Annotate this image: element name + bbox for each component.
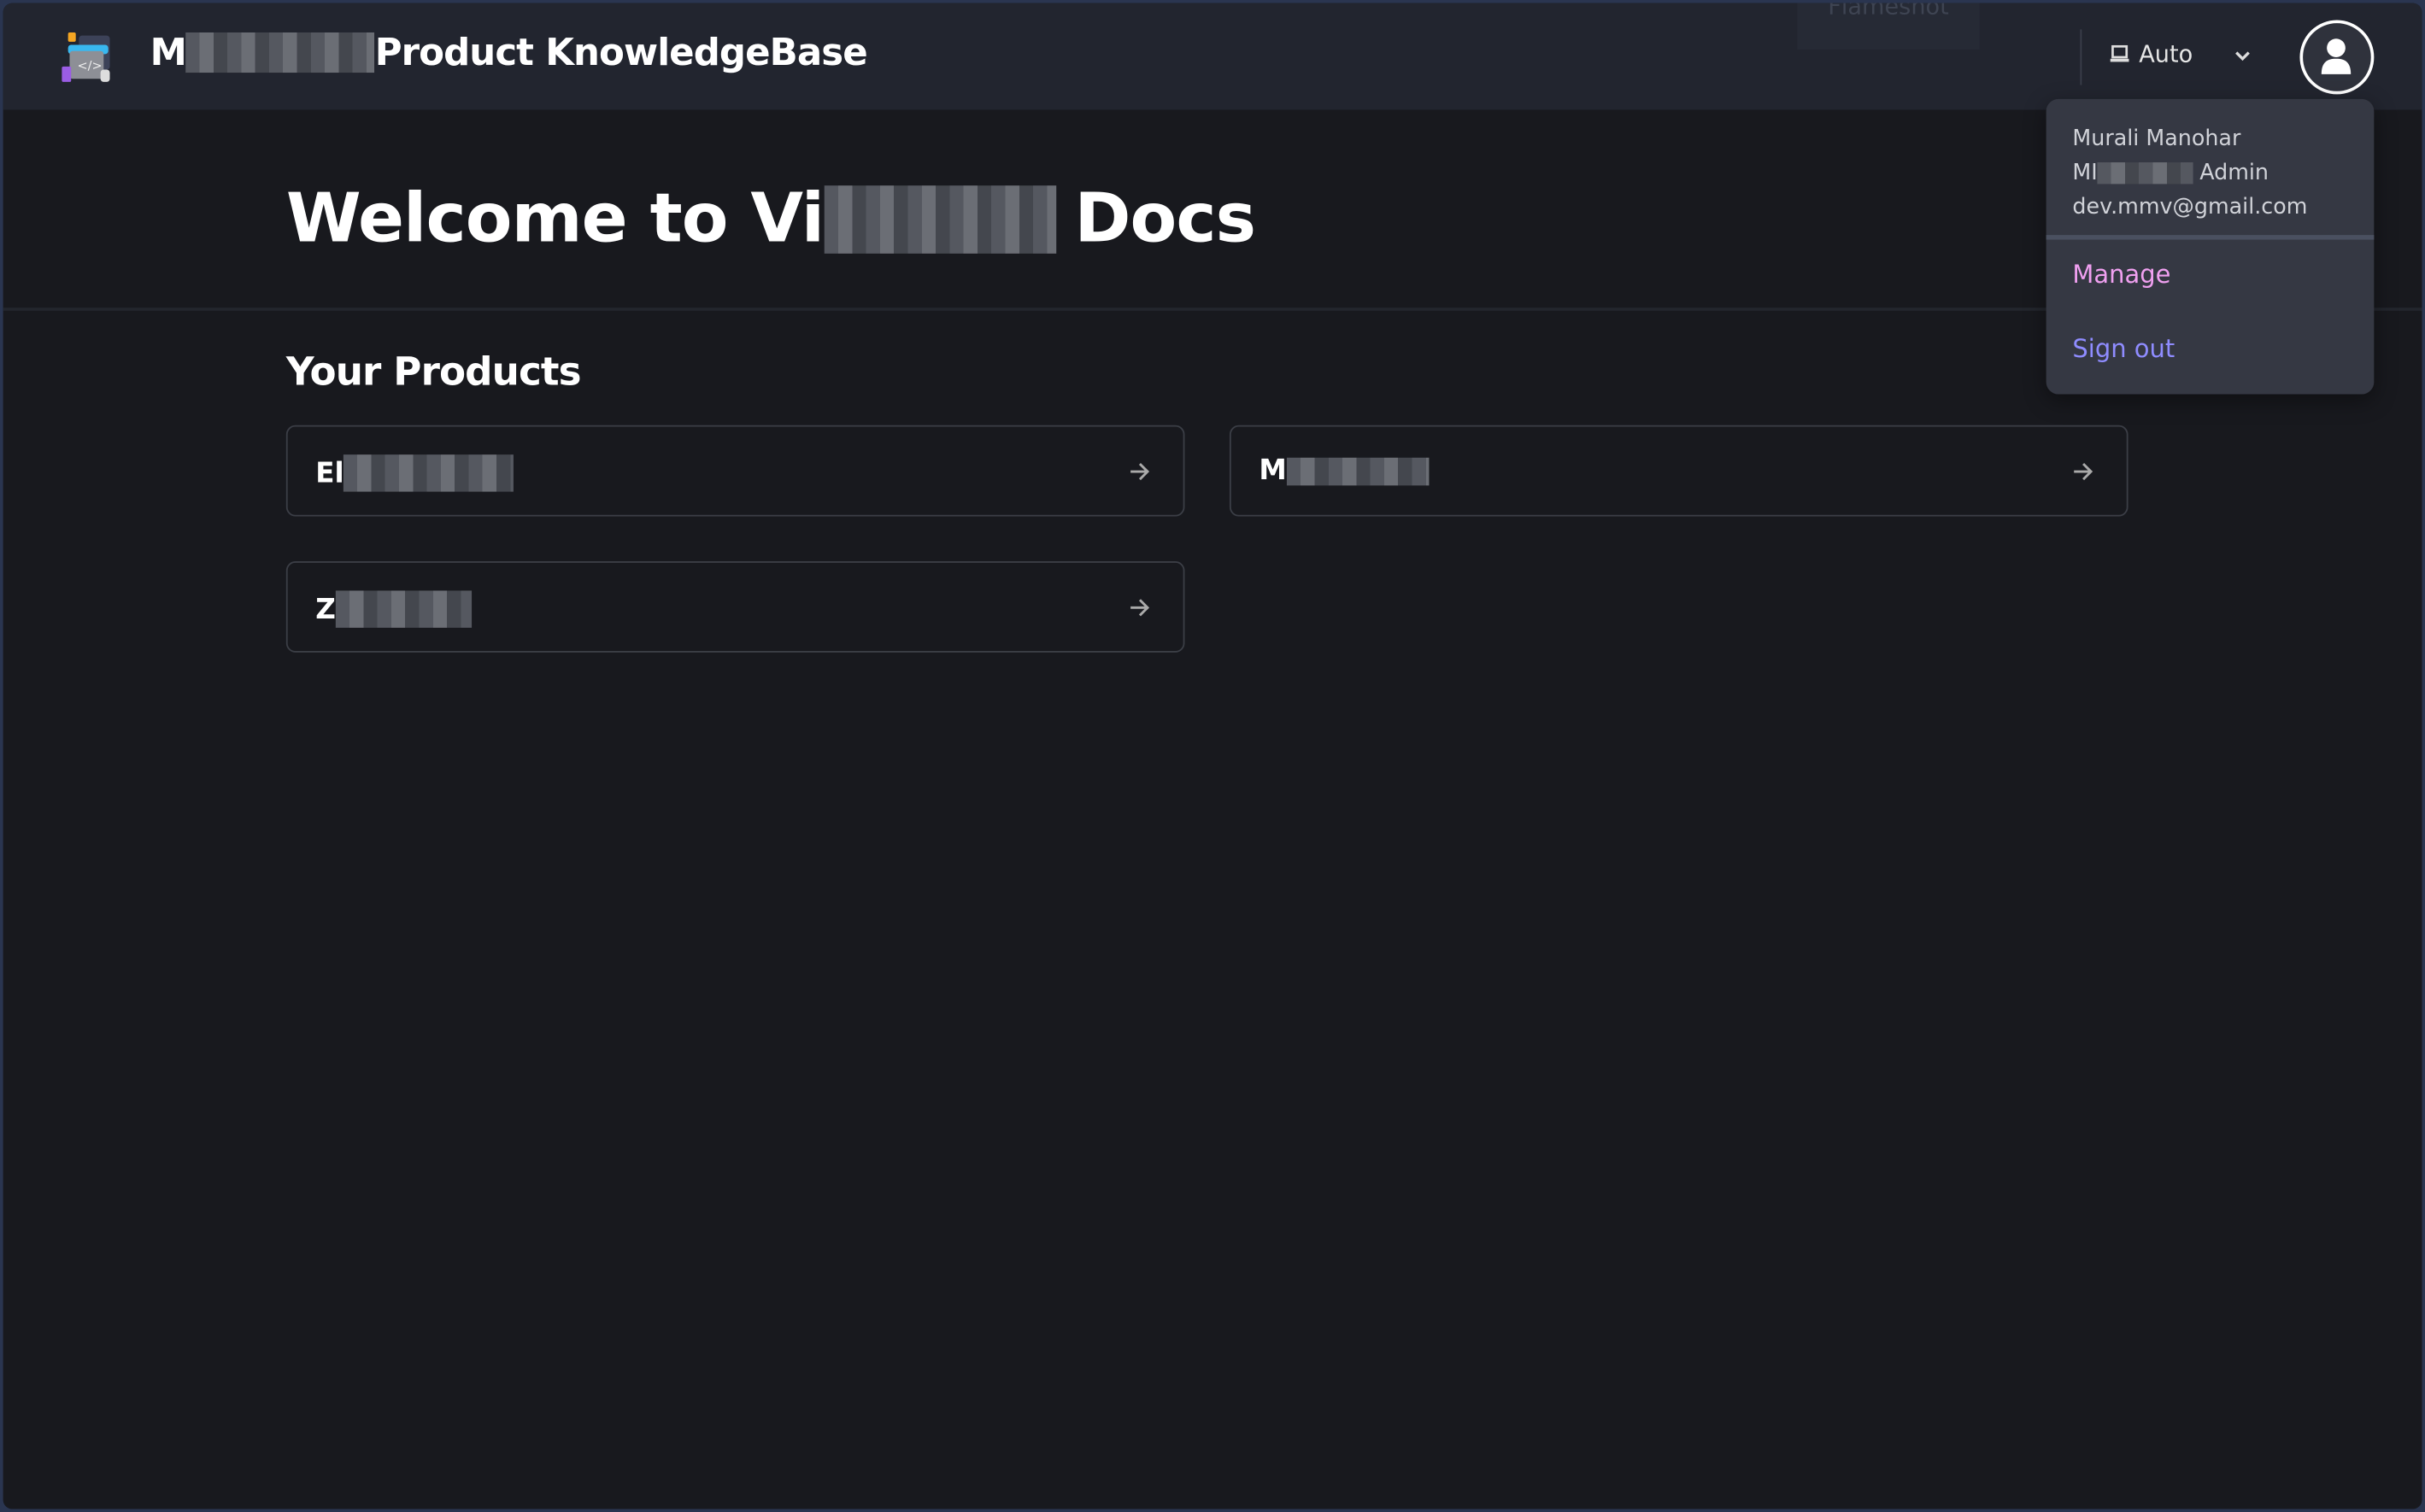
user-role: MI Admin	[2072, 156, 2347, 190]
app-title-suffix: Product KnowledgeBase	[374, 31, 868, 74]
redacted-text	[824, 185, 1056, 253]
redacted-text	[185, 32, 375, 73]
product-card[interactable]: M	[1229, 425, 2128, 517]
sign-out-menu-item[interactable]: Sign out	[2072, 334, 2175, 363]
user-info: Murali Manohar MI Admin dev.mmv@gmail.com	[2046, 99, 2375, 233]
svg-text:</>: </>	[78, 59, 103, 73]
tooltip-text: Flameshot	[1828, 3, 1949, 21]
user-email: dev.mmv@gmail.com	[2072, 195, 2308, 220]
product-card[interactable]: Z	[285, 561, 1185, 653]
chevron-down-icon[interactable]	[2230, 44, 2255, 68]
divider	[2080, 29, 2082, 85]
page-title: Welcome to Vi Docs	[285, 179, 1256, 259]
arrow-right-icon	[1130, 462, 1150, 481]
page-title-prefix: Welcome to Vi	[285, 179, 825, 259]
arrow-right-icon	[2074, 462, 2093, 481]
product-name: El	[315, 456, 344, 489]
redacted-text	[343, 454, 514, 492]
user-role-prefix: MI	[2072, 161, 2098, 186]
redacted-text	[2097, 162, 2193, 185]
app-title-prefix: M	[150, 31, 187, 74]
user-dropdown-menu: Murali Manohar MI Admin dev.mmv@gmail.com…	[2046, 98, 2375, 395]
section-title: Your Products	[285, 349, 582, 395]
theme-selector[interactable]: Auto	[2110, 40, 2193, 68]
laptop-icon	[2110, 44, 2129, 62]
menu-divider	[2046, 235, 2375, 240]
top-bar: </> M Product KnowledgeBase Flameshot Au…	[3, 3, 2422, 110]
app-title[interactable]: M Product KnowledgeBase	[150, 31, 868, 74]
product-name: M	[1259, 454, 1287, 488]
user-icon	[2321, 38, 2352, 74]
arrow-right-icon	[1130, 599, 1150, 617]
code-docs-logo[interactable]: </>	[59, 29, 118, 85]
manage-menu-item[interactable]: Manage	[2072, 260, 2170, 289]
user-name: Murali Manohar	[2072, 126, 2241, 152]
theme-label: Auto	[2139, 40, 2193, 68]
user-avatar-button[interactable]	[2299, 20, 2375, 95]
redacted-text	[335, 590, 473, 628]
page-title-suffix: Docs	[1074, 179, 1256, 259]
user-role-suffix: Admin	[2199, 161, 2269, 186]
screenshot-tool-tooltip: Flameshot	[1797, 3, 1980, 50]
product-name: Z	[315, 593, 336, 626]
redacted-text	[1286, 456, 1430, 485]
product-card[interactable]: El	[285, 425, 1185, 517]
app-window: </> M Product KnowledgeBase Flameshot Au…	[3, 3, 2422, 1509]
